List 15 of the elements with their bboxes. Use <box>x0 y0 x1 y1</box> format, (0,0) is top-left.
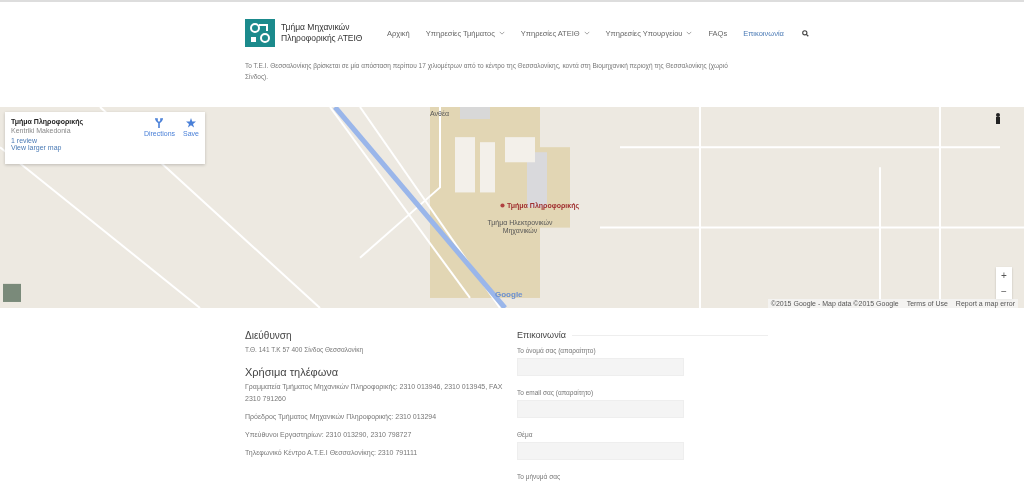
directions-icon <box>154 118 165 128</box>
star-icon <box>186 118 196 128</box>
search-icon[interactable] <box>801 29 809 37</box>
pin-icon <box>500 203 505 208</box>
zoom-in-button[interactable]: + <box>996 267 1012 283</box>
zoom-out-button[interactable]: − <box>996 283 1012 299</box>
contact-heading: Επικοινωνία <box>517 330 566 340</box>
logo-icon <box>245 19 275 47</box>
pegman-icon[interactable] <box>994 113 1002 125</box>
caret-icon <box>686 31 693 35</box>
caret-icon <box>498 31 505 35</box>
caret-icon <box>583 31 590 35</box>
section-heading: Χρήσιμα τηλέφωνα <box>245 366 340 379</box>
section-heading: Διεύθυνση <box>245 330 293 341</box>
site-title[interactable]: Τμήμα Μηχανικών Πληροφορικής ΑΤΕΙΘ <box>281 22 363 44</box>
